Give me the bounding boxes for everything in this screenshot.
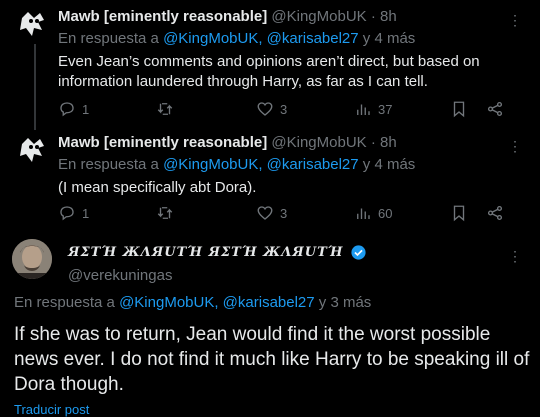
tweet[interactable]: Mawb [eminently reasonable] @KingMobUK ·… (0, 0, 540, 130)
like-icon (257, 102, 273, 116)
reply-mentions[interactable]: @KingMobUK, @karisabel27 (119, 294, 315, 311)
reply-prefix: En respuesta a (14, 294, 115, 311)
retweet-button[interactable] (156, 100, 174, 118)
author-handle[interactable]: @verekuningas (68, 267, 172, 284)
more-icon[interactable]: ⋮ (508, 12, 522, 29)
author-handle[interactable]: @KingMobUK (271, 134, 366, 151)
avatar[interactable] (14, 4, 54, 44)
views-button[interactable]: 60 (354, 204, 392, 222)
reply-context: En respuesta a @KingMobUK, @karisabel27 … (58, 30, 415, 47)
like-button[interactable]: 3 (256, 204, 287, 222)
reply-button[interactable]: 1 (58, 100, 89, 118)
reply-mentions[interactable]: @KingMobUK, @karisabel27 (163, 30, 359, 47)
avatar[interactable] (14, 130, 54, 170)
view-count: 60 (378, 205, 393, 221)
like-icon (257, 206, 273, 220)
reply-mentions[interactable]: @KingMobUK, @karisabel27 (163, 156, 359, 173)
author-handle[interactable]: @KingMobUK (271, 8, 366, 25)
reply-context: En respuesta a @KingMobUK, @karisabel27 … (14, 294, 371, 311)
action-bar: 1 3 37 (58, 100, 518, 120)
views-button[interactable]: 37 (354, 100, 392, 118)
share-button[interactable] (486, 100, 504, 118)
like-count: 3 (280, 205, 288, 221)
reply-icon (60, 102, 74, 117)
reply-count: 1 (82, 205, 90, 221)
tweet-text: (I mean specifically abt Dora). (58, 179, 257, 196)
view-count: 37 (378, 101, 393, 117)
author-name[interactable]: Mawb [eminently reasonable] (58, 8, 267, 25)
reply-icon (60, 206, 74, 221)
like-count: 3 (280, 101, 288, 117)
tweet-text: Even Jean’s comments and opinions aren’t… (58, 53, 480, 90)
verified-icon (350, 245, 366, 260)
thread-line (34, 44, 36, 130)
reply-prefix: En respuesta a (58, 156, 159, 173)
bookmark-icon (453, 101, 465, 118)
views-icon (357, 208, 370, 219)
share-button[interactable] (486, 204, 504, 222)
author-name[interactable]: Mawb [eminently reasonable] (58, 134, 267, 151)
reply-suffix[interactable]: y 4 más (363, 30, 416, 47)
reply-suffix[interactable]: y 3 más (319, 294, 372, 311)
views-icon (357, 104, 370, 115)
bookmark-button[interactable] (450, 204, 468, 222)
retweet-button[interactable] (156, 204, 174, 222)
reply-suffix[interactable]: y 4 más (363, 156, 416, 173)
main-tweet: ЯΣΤΉ ЖΛЯUΤΉ ЯΣΤΉ ЖΛЯUΤΉ @verekuningas ⋮ … (0, 234, 540, 417)
share-icon (487, 205, 503, 221)
retweet-icon (157, 207, 173, 219)
reply-prefix: En respuesta a (58, 30, 159, 47)
more-icon[interactable]: ⋮ (508, 138, 522, 155)
reply-context: En respuesta a @KingMobUK, @karisabel27 … (58, 156, 415, 173)
action-bar: 1 3 60 (58, 204, 518, 224)
share-icon (487, 101, 503, 117)
timestamp[interactable]: · 8h (371, 8, 397, 25)
avatar[interactable] (12, 239, 52, 279)
reply-button[interactable]: 1 (58, 204, 89, 222)
like-button[interactable]: 3 (256, 100, 287, 118)
timestamp[interactable]: · 8h (371, 134, 397, 151)
bookmark-button[interactable] (450, 100, 468, 118)
bookmark-icon (453, 205, 465, 222)
tweet[interactable]: Mawb [eminently reasonable] @KingMobUK ·… (0, 126, 540, 226)
retweet-icon (157, 103, 173, 115)
author-name[interactable]: ЯΣΤΉ ЖΛЯUΤΉ ЯΣΤΉ ЖΛЯUΤΉ (68, 245, 344, 260)
more-icon[interactable]: ⋮ (508, 248, 522, 265)
tweet-text: If she was to return, Jean would find it… (14, 324, 530, 395)
reply-count: 1 (82, 101, 90, 117)
